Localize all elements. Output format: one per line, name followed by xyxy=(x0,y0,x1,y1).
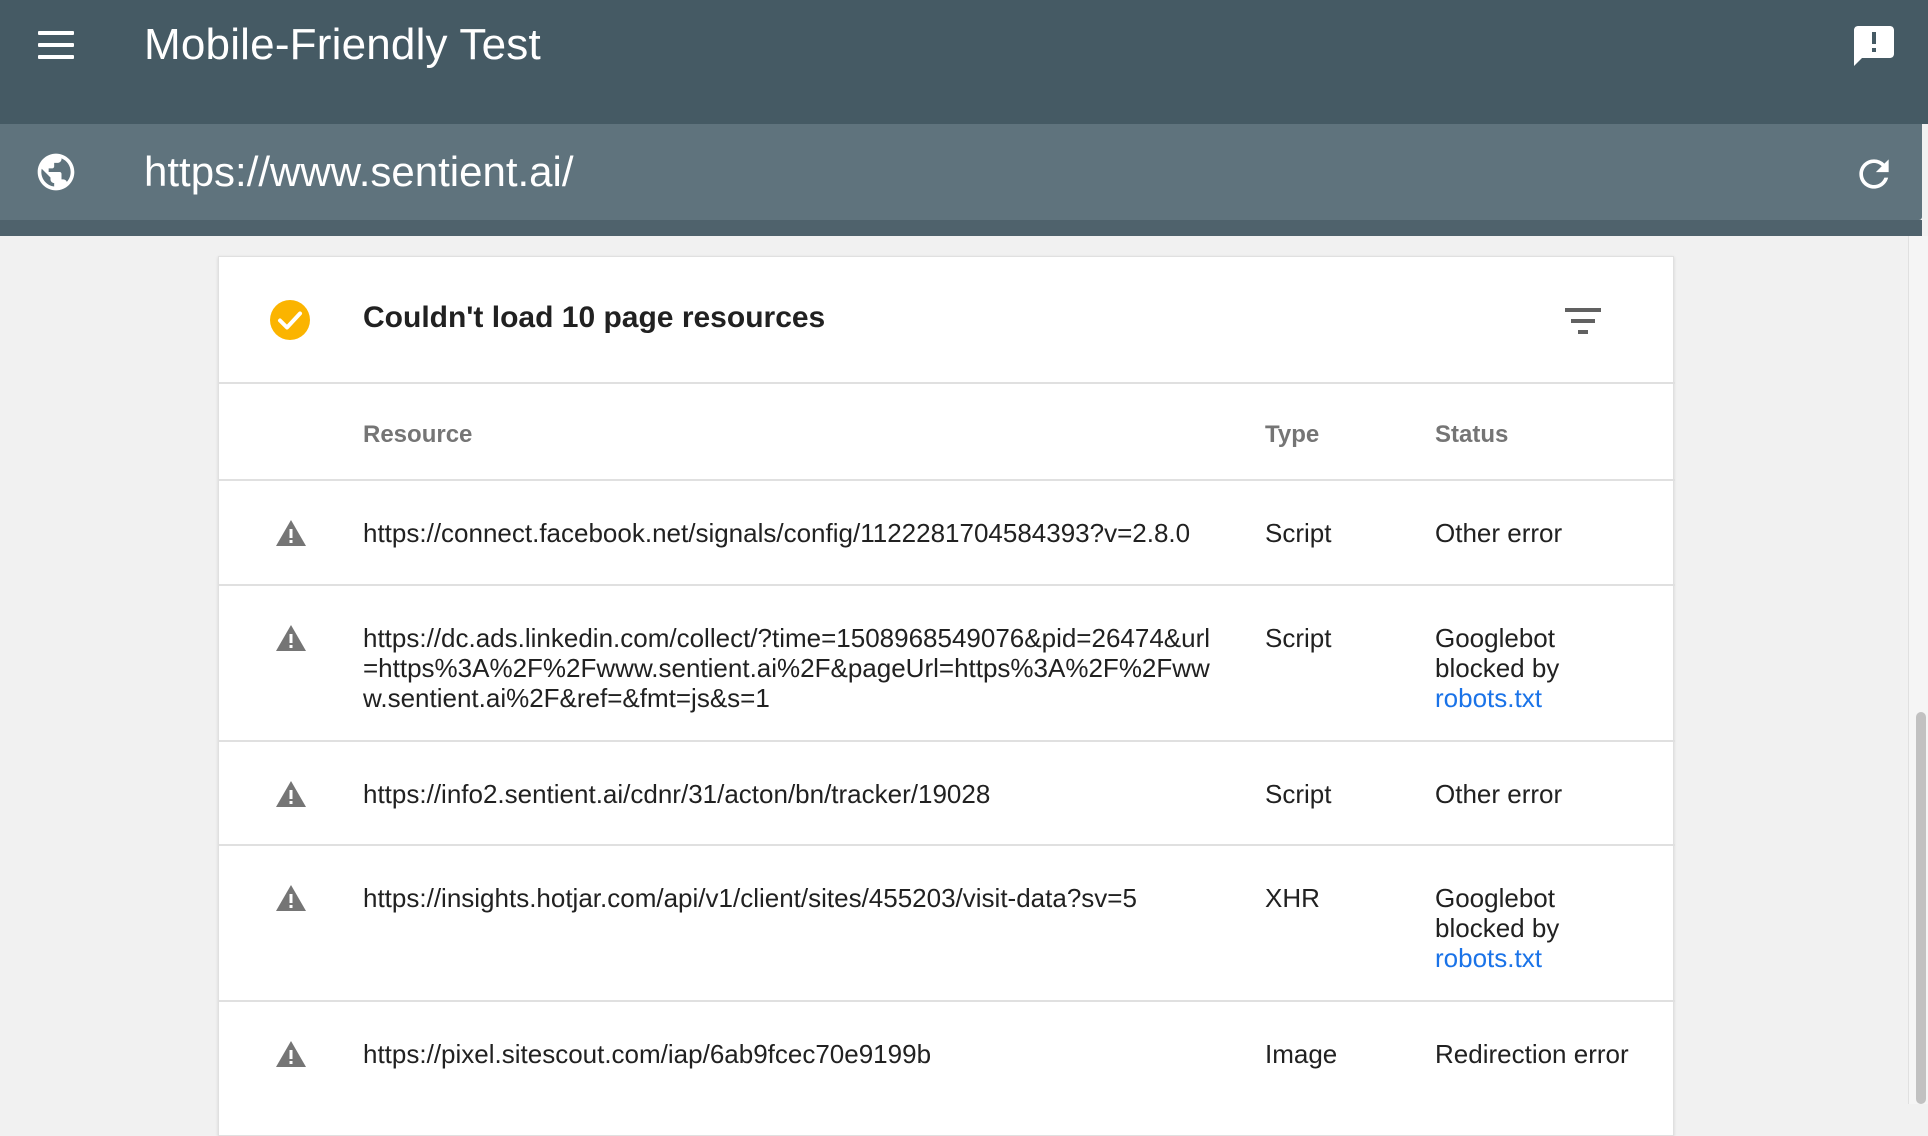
resource-url: https://pixel.sitescout.com/iap/6ab9fcec… xyxy=(363,1039,932,1069)
filter-icon[interactable] xyxy=(1559,297,1607,345)
warning-icon xyxy=(276,885,306,911)
warning-icon xyxy=(276,520,306,546)
resource-status: Redirection error xyxy=(1435,1039,1629,1069)
menu-icon-bar xyxy=(38,43,74,47)
column-header-status[interactable]: Status xyxy=(1435,421,1508,449)
warning-icon xyxy=(276,781,306,807)
table-row: https://insights.hotjar.com/api/v1/clien… xyxy=(219,846,1675,1002)
card-header: Couldn't load 10 page resources xyxy=(219,257,1675,384)
card-title: Couldn't load 10 page resources xyxy=(363,301,826,334)
resource-type: Script xyxy=(1265,518,1332,548)
resource-status: Other error xyxy=(1435,779,1563,809)
table-row: https://info2.sentient.ai/cdnr/31/acton/… xyxy=(219,742,1675,846)
status-text: Googlebot blocked by xyxy=(1435,623,1560,683)
status-text: Googlebot blocked by xyxy=(1435,883,1560,943)
resource-type: Script xyxy=(1265,779,1332,809)
column-header-type[interactable]: Type xyxy=(1265,421,1319,449)
resource-url: https://info2.sentient.ai/cdnr/31/acton/… xyxy=(363,779,991,809)
url-input[interactable]: https://www.sentient.ai/ xyxy=(144,148,574,196)
globe-icon xyxy=(37,153,75,191)
resource-url: https://insights.hotjar.com/api/v1/clien… xyxy=(363,883,1137,913)
header-divider xyxy=(0,220,1922,236)
column-header-resource[interactable]: Resource xyxy=(363,421,472,449)
resource-status: Googlebot blocked by robots.txt xyxy=(1435,883,1595,973)
resource-type: XHR xyxy=(1265,883,1320,913)
warning-icon xyxy=(276,1041,306,1067)
reload-icon[interactable] xyxy=(1852,152,1896,196)
scrollbar-thumb[interactable] xyxy=(1916,712,1926,1104)
menu-icon-bar xyxy=(38,31,74,35)
app-title: Mobile-Friendly Test xyxy=(144,20,541,69)
feedback-icon[interactable] xyxy=(1850,22,1898,70)
table-header: Resource Type Status xyxy=(219,384,1675,481)
resource-status: Other error xyxy=(1435,518,1563,548)
table-row: https://dc.ads.linkedin.com/collect/?tim… xyxy=(219,586,1675,742)
menu-icon-bar xyxy=(38,55,74,59)
resource-url: https://connect.facebook.net/signals/con… xyxy=(363,518,1191,548)
robots-txt-link[interactable]: robots.txt xyxy=(1435,683,1542,713)
robots-txt-link[interactable]: robots.txt xyxy=(1435,943,1542,973)
menu-button[interactable] xyxy=(28,22,84,68)
table-row: https://connect.facebook.net/signals/con… xyxy=(219,481,1675,586)
check-circle-icon xyxy=(270,300,310,340)
resource-type: Image xyxy=(1265,1039,1338,1069)
table-row: https://pixel.sitescout.com/iap/6ab9fcec… xyxy=(219,1002,1675,1106)
resource-url: https://dc.ads.linkedin.com/collect/?tim… xyxy=(363,623,1211,713)
resource-type: Script xyxy=(1265,623,1332,653)
warning-icon xyxy=(276,625,306,651)
resource-status: Googlebot blocked by robots.txt xyxy=(1435,623,1595,713)
resources-card: Couldn't load 10 page resources Resource… xyxy=(218,256,1675,1136)
